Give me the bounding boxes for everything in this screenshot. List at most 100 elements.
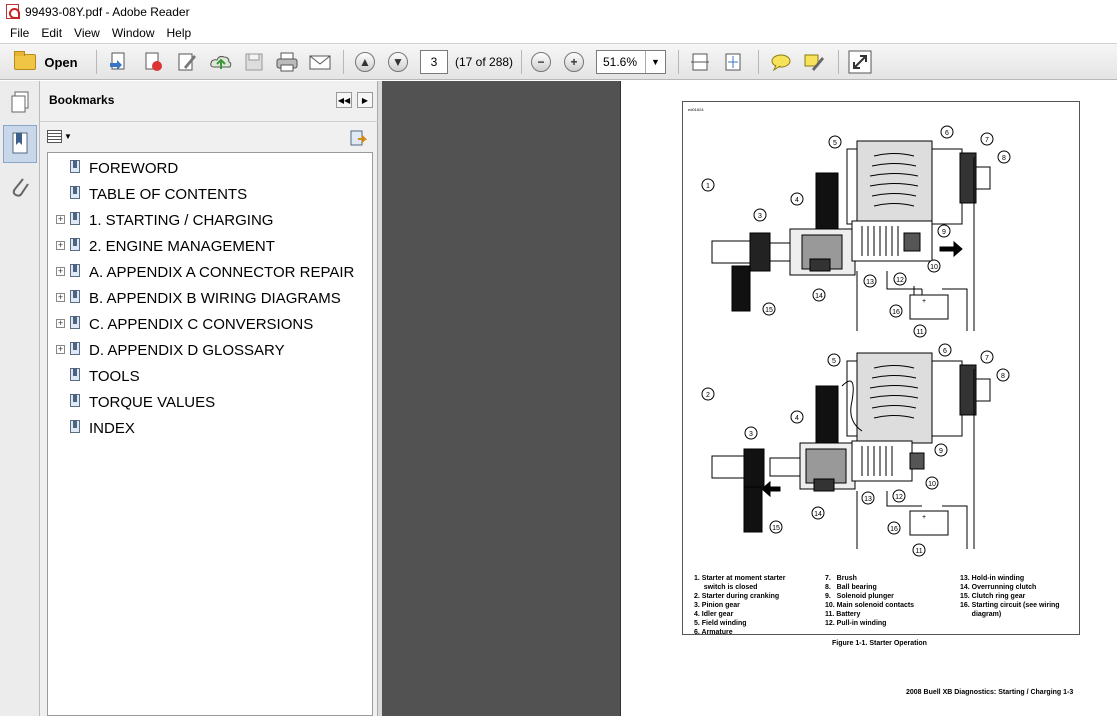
menu-window[interactable]: Window xyxy=(106,26,161,40)
legend-item: 9. Solenoid plunger xyxy=(825,593,894,600)
comment-button[interactable] xyxy=(769,50,793,74)
edit-pdf-button[interactable] xyxy=(176,50,198,74)
callout-7: 7 xyxy=(985,137,989,144)
bookmark-label: FOREWORD xyxy=(89,160,179,177)
callout-15: 15 xyxy=(765,307,773,314)
fit-width-button[interactable] xyxy=(689,50,711,74)
expand-icon xyxy=(848,50,872,74)
previous-page-button[interactable]: ▲ xyxy=(355,50,375,74)
svg-text:+: + xyxy=(922,298,926,305)
expand-plus-icon[interactable]: + xyxy=(56,345,65,354)
bookmarks-tab-button[interactable] xyxy=(3,125,37,163)
legend-item: 7. Brush xyxy=(825,575,857,582)
bookmark-label: 1. STARTING / CHARGING xyxy=(89,212,274,229)
bookmark-icon xyxy=(70,290,80,303)
chevron-down-icon[interactable]: ▼ xyxy=(645,51,665,73)
callout-6: 6 xyxy=(943,348,947,355)
upper-starter-diagram: + xyxy=(711,140,991,331)
bookmark-torque-values[interactable]: TORQUE VALUES xyxy=(48,391,368,415)
bookmark-options-button[interactable]: ▼ xyxy=(47,130,72,143)
arrow-up-icon: ▲ xyxy=(355,52,375,72)
bookmark-label: 2. ENGINE MANAGEMENT xyxy=(89,238,275,255)
bookmark-engine-management[interactable]: + 2. ENGINE MANAGEMENT xyxy=(48,235,368,259)
bookmark-icon xyxy=(70,212,80,225)
legend-item: 16. Starting circuit (see wiring xyxy=(960,602,1060,609)
legend-column-1: 1. Starter at moment starter switch is c… xyxy=(694,574,785,637)
menu-view[interactable]: View xyxy=(68,26,106,40)
legend-item: 11. Battery xyxy=(825,611,861,618)
menu-bar: File Edit View Window Help xyxy=(0,23,1117,43)
next-page-button[interactable]: ▼ xyxy=(388,50,408,74)
document-background xyxy=(382,81,620,716)
menu-edit[interactable]: Edit xyxy=(35,26,68,40)
legend-column-3: 13. Hold-in winding 14. Overrunning clut… xyxy=(960,574,1060,619)
expand-bookmark-button[interactable] xyxy=(349,129,368,146)
toolbar: Open ▲ ▼ − + xyxy=(0,43,1117,80)
page-number-input[interactable]: 3 xyxy=(420,50,448,74)
bookmark-label: D. APPENDIX D GLOSSARY xyxy=(89,342,285,359)
export-pdf-icon xyxy=(145,52,162,71)
expand-plus-icon[interactable]: + xyxy=(56,241,65,250)
callout-14: 14 xyxy=(814,511,822,518)
bookmark-starting-charging[interactable]: + 1. STARTING / CHARGING xyxy=(48,209,368,233)
callout-13: 13 xyxy=(864,496,872,503)
menu-help[interactable]: Help xyxy=(161,26,198,40)
toolbar-separator xyxy=(343,50,344,74)
legend-item: 14. Overrunning clutch xyxy=(960,584,1037,591)
callout-5: 5 xyxy=(832,358,836,365)
fit-page-button[interactable] xyxy=(722,50,744,74)
export-pdf-button[interactable] xyxy=(142,50,164,74)
callout-10: 10 xyxy=(928,481,936,488)
open-button[interactable]: Open xyxy=(6,50,86,74)
toolbar-separator xyxy=(96,50,97,74)
legend-item: 4. Idler gear xyxy=(694,611,734,618)
bookmark-icon xyxy=(70,264,80,277)
print-button[interactable] xyxy=(275,50,299,74)
email-button[interactable] xyxy=(308,50,332,74)
expand-bookmark-icon xyxy=(350,130,368,146)
bookmarks-toolbar: ▼ xyxy=(40,121,378,151)
bookmark-tools[interactable]: TOOLS xyxy=(48,365,368,389)
full-screen-button[interactable] xyxy=(848,50,872,74)
expand-plus-icon[interactable]: + xyxy=(56,293,65,302)
expand-plus-icon[interactable]: + xyxy=(56,267,65,276)
attachments-button[interactable] xyxy=(7,173,33,203)
options-list-icon xyxy=(47,130,62,143)
create-pdf-button[interactable] xyxy=(108,50,130,74)
zoom-value: 51.6% xyxy=(603,55,638,69)
expand-plus-icon[interactable]: + xyxy=(56,215,65,224)
bookmarks-header: Bookmarks ◀◀ ▶ xyxy=(40,81,378,119)
starter-diagram: ed01624 + + 1 3 4 5 6 7 8 9 10 11 12 13 … xyxy=(688,107,1011,557)
bookmarks-tree: FOREWORD TABLE OF CONTENTS + 1. STARTING… xyxy=(47,152,373,716)
zoom-out-button[interactable]: − xyxy=(531,50,551,74)
navigation-rail xyxy=(0,81,40,716)
cloud-upload-icon xyxy=(210,55,232,69)
expand-plus-icon[interactable]: + xyxy=(56,319,65,328)
callout-7: 7 xyxy=(985,355,989,362)
bookmark-appendix-a[interactable]: + A. APPENDIX A CONNECTOR REPAIR xyxy=(48,261,368,285)
bookmark-foreword[interactable]: FOREWORD xyxy=(48,157,368,181)
bookmark-icon xyxy=(70,394,80,407)
upload-cloud-button[interactable] xyxy=(209,50,233,74)
toolbar-separator xyxy=(521,50,522,74)
callout-4: 4 xyxy=(795,415,799,422)
bookmark-table-of-contents[interactable]: TABLE OF CONTENTS xyxy=(48,183,368,207)
bookmark-appendix-b[interactable]: + B. APPENDIX B WIRING DIAGRAMS xyxy=(48,287,368,311)
callout-10: 10 xyxy=(930,264,938,271)
zoom-in-button[interactable]: + xyxy=(564,50,584,74)
callout-9: 9 xyxy=(942,229,946,236)
bookmark-appendix-d[interactable]: + D. APPENDIX D GLOSSARY xyxy=(48,339,368,363)
page-thumbnails-button[interactable] xyxy=(7,87,33,117)
menu-file[interactable]: File xyxy=(4,26,35,40)
fit-width-icon xyxy=(691,53,709,71)
zoom-select[interactable]: 51.6% ▼ xyxy=(596,50,666,74)
save-button[interactable] xyxy=(243,50,265,74)
bookmark-label: TOOLS xyxy=(89,368,140,385)
legend-item: 1. Starter at moment starter xyxy=(694,575,786,582)
panel-arrow-button[interactable]: ▶ xyxy=(357,92,373,108)
highlight-text-button[interactable] xyxy=(802,50,826,74)
callout-8: 8 xyxy=(1002,155,1006,162)
bookmark-appendix-c[interactable]: + C. APPENDIX C CONVERSIONS xyxy=(48,313,368,337)
collapse-panel-button[interactable]: ◀◀ xyxy=(336,92,352,108)
bookmark-index[interactable]: INDEX xyxy=(48,417,368,441)
